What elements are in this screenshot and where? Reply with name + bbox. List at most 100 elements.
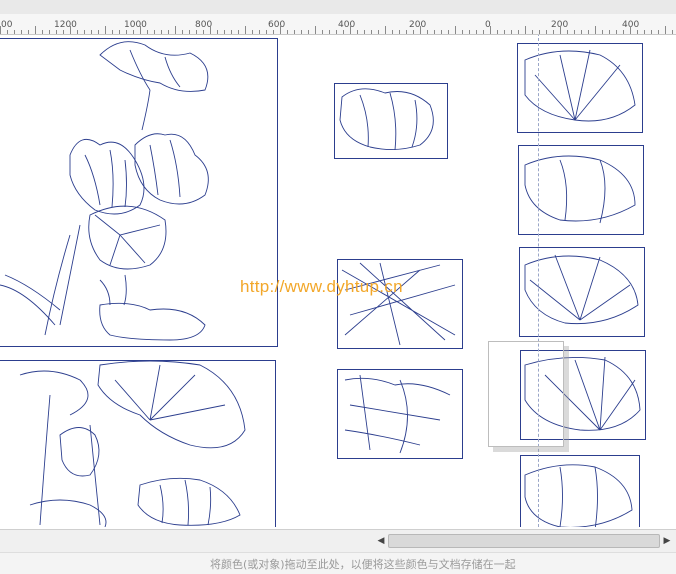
pattern-shape bbox=[341, 262, 456, 346]
pattern-shape bbox=[344, 374, 451, 454]
ruler-tick bbox=[420, 26, 421, 34]
ruler-tick bbox=[203, 30, 204, 34]
ruler-tick bbox=[427, 30, 428, 34]
pattern-shape bbox=[534, 49, 621, 121]
ruler-tick bbox=[560, 26, 561, 34]
leaf-outline bbox=[0, 274, 61, 326]
selection-box[interactable] bbox=[488, 341, 564, 447]
ruler-label: 1200 bbox=[54, 20, 77, 30]
scroll-thumb[interactable] bbox=[388, 534, 660, 548]
ruler-tick bbox=[119, 30, 120, 34]
ruler-tick bbox=[392, 30, 393, 34]
ruler-tick bbox=[504, 30, 505, 34]
ruler-label: 200 bbox=[409, 20, 427, 30]
ruler-tick bbox=[469, 30, 470, 34]
ruler-tick bbox=[49, 30, 50, 34]
ruler-tick bbox=[168, 30, 169, 34]
ruler-tick bbox=[28, 30, 29, 34]
ruler-tick bbox=[287, 30, 288, 34]
ruler-tick bbox=[42, 30, 43, 34]
pattern-shape bbox=[524, 155, 636, 222]
stem-line bbox=[141, 89, 151, 131]
ruler-tick bbox=[294, 30, 295, 34]
lotus-outline bbox=[69, 138, 145, 215]
ruler-tick bbox=[595, 26, 596, 34]
lotus-outline bbox=[137, 477, 241, 526]
ruler-tick bbox=[357, 30, 358, 34]
ruler-tick bbox=[147, 30, 148, 34]
ruler-tick bbox=[154, 30, 155, 34]
ruler-tick bbox=[350, 26, 351, 34]
ruler-tick bbox=[455, 26, 456, 34]
ruler-tick bbox=[140, 26, 141, 34]
ruler-tick bbox=[406, 30, 407, 34]
ruler-tick bbox=[84, 30, 85, 34]
color-dock-hint: 将颜色(或对象)拖动至此处，以便将这些颜色与文档存储在一起 bbox=[210, 558, 516, 571]
ruler-tick bbox=[322, 30, 323, 34]
ruler-tick bbox=[182, 30, 183, 34]
ruler-tick bbox=[483, 30, 484, 34]
ruler-tick bbox=[329, 30, 330, 34]
ruler-tick bbox=[217, 30, 218, 34]
ruler-tick bbox=[70, 26, 71, 34]
ruler-tick bbox=[315, 26, 316, 34]
ruler-tick bbox=[490, 26, 491, 34]
ruler-tick bbox=[98, 30, 99, 34]
ruler-tick bbox=[259, 30, 260, 34]
lotus-outline bbox=[99, 41, 209, 92]
pattern-shape bbox=[524, 464, 633, 527]
horizontal-scrollbar[interactable]: ◀ ▶ bbox=[0, 529, 676, 552]
leaf-outline bbox=[99, 302, 206, 341]
ruler-tick bbox=[63, 30, 64, 34]
ruler-tick bbox=[609, 30, 610, 34]
ruler-tick bbox=[210, 26, 211, 34]
guide-line[interactable] bbox=[538, 35, 539, 527]
ruler-tick bbox=[77, 30, 78, 34]
ruler-tick bbox=[238, 30, 239, 34]
ruler-tick bbox=[532, 30, 533, 34]
drawing-canvas[interactable]: http://www.dyhtup.cn bbox=[0, 35, 676, 527]
ruler-tick bbox=[448, 30, 449, 34]
ruler-tick bbox=[0, 26, 1, 34]
ruler-tick bbox=[644, 30, 645, 34]
ruler-tick bbox=[413, 30, 414, 34]
ruler-tick bbox=[588, 30, 589, 34]
ruler-tick bbox=[553, 30, 554, 34]
ruler-tick bbox=[637, 30, 638, 34]
lotus-outline bbox=[129, 49, 181, 91]
ruler-tick bbox=[567, 30, 568, 34]
pattern-shape bbox=[559, 159, 606, 224]
pattern-shape bbox=[359, 92, 418, 151]
ruler-tick bbox=[126, 30, 127, 34]
ruler-tick bbox=[630, 26, 631, 34]
ruler-tick bbox=[189, 30, 190, 34]
pattern-shape bbox=[524, 50, 636, 122]
ruler-tick bbox=[245, 26, 246, 34]
ruler-tick bbox=[7, 30, 8, 34]
ruler-tick bbox=[497, 30, 498, 34]
ruler-tick bbox=[581, 30, 582, 34]
ruler-tick bbox=[266, 30, 267, 34]
chevron-left-icon[interactable]: ◀ bbox=[374, 534, 388, 548]
ruler-tick bbox=[231, 30, 232, 34]
leaf-outline bbox=[88, 205, 167, 270]
ruler-tick bbox=[441, 30, 442, 34]
ruler-tick bbox=[336, 30, 337, 34]
ruler-tick bbox=[546, 30, 547, 34]
pattern-shape bbox=[559, 466, 598, 527]
chevron-right-icon[interactable]: ▶ bbox=[660, 534, 674, 548]
ruler-tick bbox=[602, 30, 603, 34]
ruler-tick bbox=[273, 30, 274, 34]
watermark-text: http://www.dyhtup.cn bbox=[240, 277, 403, 296]
leaf-outline bbox=[19, 370, 89, 416]
ruler-tick bbox=[371, 30, 372, 34]
petal-lines bbox=[84, 149, 127, 208]
color-dock-bar[interactable]: 将颜色(或对象)拖动至此处，以便将这些颜色与文档存储在一起 bbox=[0, 552, 676, 574]
petal-lines bbox=[159, 479, 212, 526]
horizontal-ruler[interactable]: 00 1200 1000 800 600 400 200 0 200 400 bbox=[0, 14, 676, 35]
ruler-tick bbox=[14, 30, 15, 34]
ruler-tick bbox=[364, 30, 365, 34]
bud-outline bbox=[59, 427, 100, 477]
window-top-strip bbox=[0, 0, 676, 15]
ruler-tick bbox=[56, 30, 57, 34]
